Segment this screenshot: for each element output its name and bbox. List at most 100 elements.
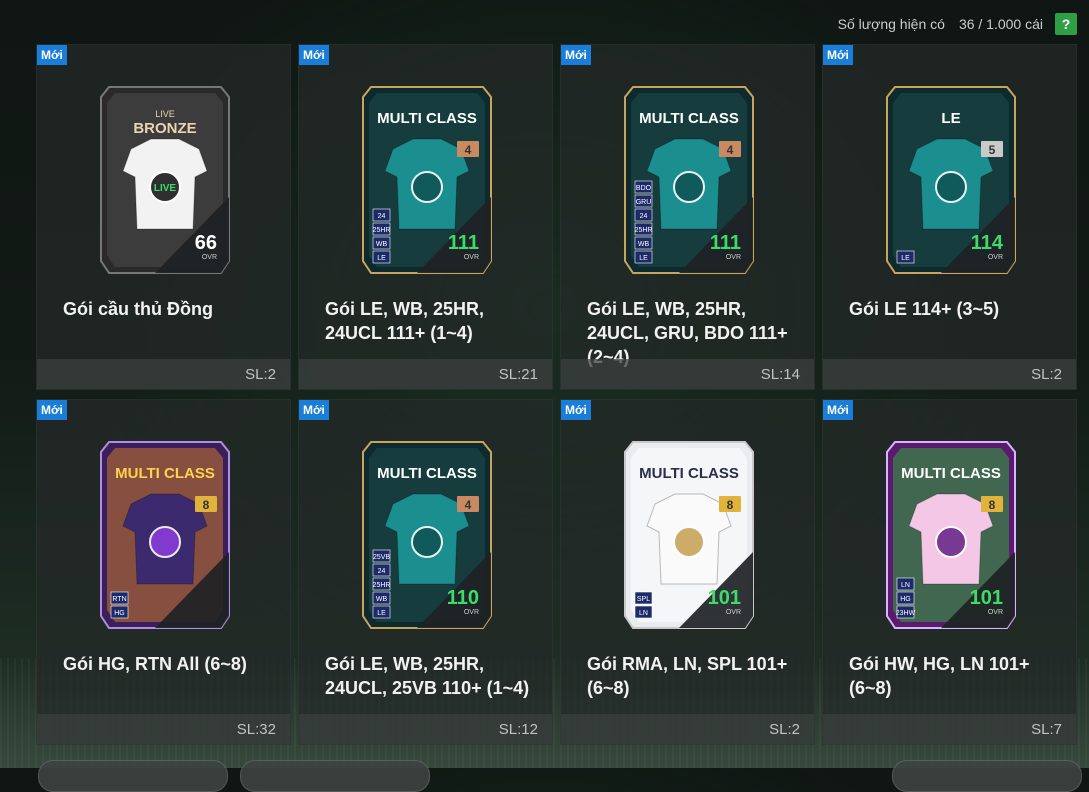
player-card-image: BRONZELIVELIVE66OVR <box>100 86 230 274</box>
pack-quantity: SL:14 <box>760 366 800 383</box>
new-badge: Mới <box>823 400 853 420</box>
crest-icon <box>411 526 443 558</box>
crest-icon <box>673 526 705 558</box>
ovr-label: OVR <box>726 609 741 616</box>
crest-icon <box>935 171 967 203</box>
pack-name: Gói HG, RTN All (6~8) <box>63 654 247 674</box>
pack-quantity: SL:2 <box>769 721 800 738</box>
pack-tile[interactable]: Mới MULTI CLASS 4 24 25HR WB LE 111 OVR Gói LE,… <box>298 44 553 390</box>
stock-count: 36 / 1.000 cái <box>958 16 1043 32</box>
player-card-image: MULTI CLASS 4 25VB 24 25HR WB LE 110OVR <box>362 441 492 629</box>
tag-label: LE <box>639 255 648 262</box>
player-card-image: MULTI CLASS 8 RTN HG <box>100 441 230 629</box>
tag-label: LE <box>901 255 910 262</box>
tag-label: GRU <box>636 199 652 206</box>
bottom-button-3[interactable] <box>892 760 1082 792</box>
ovr-label: OVR <box>202 254 217 261</box>
pack-tile[interactable]: Mới LE 5 LE 114 OVR Gói LE 114+ (3~5) SL:2 <box>822 44 1077 390</box>
rank-value: 5 <box>989 143 996 157</box>
ovr-value: 110 <box>447 587 479 609</box>
tag-label: HG <box>114 610 125 617</box>
ovr-value: 101 <box>970 587 1003 609</box>
pack-quantity: SL:7 <box>1031 721 1062 738</box>
tag-label: 25HR <box>373 227 391 234</box>
ovr-label: OVR <box>464 609 479 616</box>
ovr-value: 114 <box>971 232 1004 254</box>
ovr-value: 111 <box>448 232 479 254</box>
pack-tile[interactable]: Mới MULTI CLASS 4 BDO GRU 24 25HR WB LE 111 OVR G… <box>560 44 815 390</box>
stock-indicator: Số lượng hiện có 36 / 1.000 cái ? <box>838 12 1077 36</box>
crest-icon <box>935 526 967 558</box>
tag-label: HG <box>900 596 911 603</box>
rank-value: 4 <box>465 498 472 512</box>
pack-quantity: SL:21 <box>498 366 538 383</box>
ovr-label: OVR <box>726 254 741 261</box>
tag-label: 25VB <box>373 554 390 561</box>
help-button[interactable]: ? <box>1055 13 1077 35</box>
tag-label: LE <box>377 255 386 262</box>
player-card-image: MULTI CLASS 8 SPL LN 101OVR <box>624 441 754 629</box>
ovr-label: OVR <box>464 254 479 261</box>
new-badge: Mới <box>37 45 67 65</box>
bottom-button-1[interactable] <box>38 760 228 792</box>
live-crest-label: LIVE <box>154 183 177 194</box>
pack-name: Gói HW, HG, LN 101+ (6~8) <box>849 654 1030 698</box>
player-card-image: MULTI CLASS 8 LN HG 23HW 101OVR <box>886 441 1016 629</box>
pack-quantity: SL:32 <box>236 721 276 738</box>
tag-label: WB <box>638 241 650 248</box>
pack-tile[interactable]: Mới MULTI CLASS 4 25VB 24 25HR WB LE 110 OVR Gói… <box>298 399 553 745</box>
rank-value: 8 <box>989 498 996 512</box>
card-title: MULTI CLASS <box>639 110 739 127</box>
new-badge: Mới <box>561 400 591 420</box>
pack-quantity: SL:12 <box>498 721 538 738</box>
pack-name: Gói LE, WB, 25HR, 24UCL, 25VB 110+ (1~4) <box>325 654 530 698</box>
card-title: MULTI CLASS <box>639 465 739 482</box>
new-badge: Mới <box>299 45 329 65</box>
tag-label: BDO <box>636 185 652 192</box>
ovr-label: OVR <box>988 609 1003 616</box>
rank-value: 8 <box>203 498 210 512</box>
rank-value: 8 <box>727 498 734 512</box>
tag-label: 24 <box>378 213 386 220</box>
tag-label: SPL <box>637 596 650 603</box>
new-badge: Mới <box>561 45 591 65</box>
ovr-value: 66 <box>195 232 217 254</box>
tag-label: RTN <box>112 596 126 603</box>
card-title: LE <box>941 110 960 127</box>
pack-tile[interactable]: Mới MULTI CLASS 8 LN HG 23HW 101 OVR Gói HW, H… <box>822 399 1077 745</box>
tag-label: WB <box>376 596 388 603</box>
tag-label: LN <box>901 582 910 589</box>
player-card-image: MULTI CLASS 4 24 25HR WB LE 111OVR <box>362 86 492 274</box>
new-badge: Mới <box>823 45 853 65</box>
tag-label: 24 <box>378 568 386 575</box>
player-card-image: LE 5 LE 114OVR <box>886 86 1016 274</box>
pack-quantity: SL:2 <box>245 366 276 383</box>
pack-quantity: SL:2 <box>1031 366 1062 383</box>
new-badge: Mới <box>299 400 329 420</box>
card-title: MULTI CLASS <box>377 465 477 482</box>
crest-icon <box>411 171 443 203</box>
stock-label: Số lượng hiện có <box>837 16 945 32</box>
new-badge: Mới <box>37 400 67 420</box>
pack-name: Gói cầu thủ Đồng <box>63 299 213 319</box>
pack-tile[interactable]: Mới BRONZE LIVE LIVE 66 OVR Gói cầu thủ Đồng… <box>36 44 291 390</box>
ovr-label: OVR <box>988 254 1003 261</box>
card-title: MULTI CLASS <box>115 465 215 482</box>
pack-name: Gói LE, WB, 25HR, 24UCL 111+ (1~4) <box>325 299 485 343</box>
player-card-image: MULTI CLASS 4 BDO GRU 24 25HR WB LE 111OVR <box>624 86 754 274</box>
pack-tile[interactable]: Mới MULTI CLASS 8 SPL LN 101 OVR Gói RMA, LN,… <box>560 399 815 745</box>
tag-label: LE <box>377 610 386 617</box>
card-title: MULTI CLASS <box>377 110 477 127</box>
card-title: MULTI CLASS <box>901 465 1001 482</box>
bottom-button-2[interactable] <box>240 760 430 792</box>
pack-tile[interactable]: Mới MULTI CLASS 8 RTN HG Gói HG, RTN All (6… <box>36 399 291 745</box>
crest-icon <box>673 171 705 203</box>
card-subtitle: LIVE <box>155 109 175 119</box>
tag-label: WB <box>376 241 388 248</box>
tag-label: LN <box>639 610 648 617</box>
tag-label: 23HW <box>896 610 916 617</box>
rank-value: 4 <box>727 143 734 157</box>
pack-name: Gói RMA, LN, SPL 101+ (6~8) <box>587 654 788 698</box>
pack-grid: Mới BRONZE LIVE LIVE 66 OVR Gói cầu thủ Đồng… <box>36 44 1077 745</box>
card-title: BRONZE <box>133 120 196 137</box>
